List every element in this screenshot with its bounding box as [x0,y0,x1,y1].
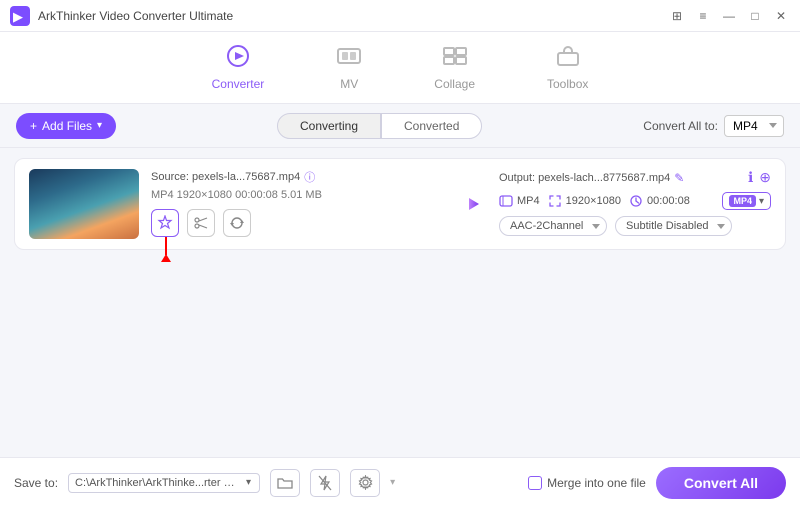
add-files-label: Add Files [42,119,92,133]
mv-icon [336,45,362,73]
nav-label-collage: Collage [434,77,475,91]
settings-icon [358,475,373,490]
add-files-chevron-icon: ▾ [97,120,102,131]
convert-all-button[interactable]: Convert All [656,467,786,499]
plus-icon: + [30,119,37,133]
title-bar: ▶ ArkThinker Video Converter Ultimate ⊞ … [0,0,800,32]
save-path-dropdown-button[interactable]: ▾ [244,477,253,488]
merge-checkbox-wrapper: Merge into one file [528,476,646,490]
thumbnail-image [29,169,139,239]
save-path-box: C:\ArkThinker\ArkThinke...rter Ultimate\… [68,473,260,493]
toolbar: + Add Files ▾ Converting Converted Conve… [0,104,800,148]
convert-all-to-text: Convert All to: [643,119,718,133]
grid-button[interactable]: ⊞ [668,7,686,25]
source-text: Source: pexels-la...75687.mp4 [151,171,300,183]
output-source-row: Output: pexels-lach...8775687.mp4 ✎ ℹ ⊕ [499,169,771,186]
bottom-bar: Save to: C:\ArkThinker\ArkThinke...rter … [0,457,800,507]
app-logo: ▶ [10,6,30,26]
format-badge-chevron-icon: ▾ [759,196,764,207]
format-badge: MP4 [729,195,756,207]
tab-converting[interactable]: Converting [277,113,381,139]
flash-off-button[interactable] [310,469,340,497]
nav-label-converter: Converter [212,77,265,91]
output-format-text: MP4 [517,195,540,207]
format-select[interactable]: MP4 MKV AVI MOV [724,115,784,137]
collage-icon [442,45,468,73]
nav-item-mv[interactable]: MV [320,37,378,99]
effects-icon [157,215,173,231]
menu-button[interactable]: ≡ [694,7,712,25]
output-info-icon[interactable]: ℹ [748,169,753,186]
output-duration-text: 00:00:08 [647,195,690,207]
format-badge-wrapper[interactable]: MP4 ▾ [722,192,771,210]
output-format-row: AAC-2Channel AAC-Stereo Subtitle Disable… [499,216,771,236]
nav-item-converter[interactable]: Converter [196,37,281,99]
source-label: Source: pexels-la...75687.mp4 ⓘ [151,169,423,185]
duration-icon [629,194,643,208]
folder-icon [277,476,293,490]
scissors-icon [194,216,208,230]
effects-button[interactable] [151,209,179,237]
merge-label: Merge into one file [547,476,646,490]
settings-chevron-icon: ▾ [390,477,395,488]
toolbox-icon [555,45,581,73]
output-label-text: Output: pexels-lach...8775687.mp4 [499,172,670,184]
edit-output-icon[interactable]: ✎ [674,171,684,185]
file-row: Source: pexels-la...75687.mp4 ⓘ MP4 1920… [14,158,786,250]
svg-text:▶: ▶ [13,9,23,24]
sync-icon [230,216,244,230]
save-to-label: Save to: [14,476,58,490]
resolution-icon [548,194,562,208]
convert-arrow [435,192,487,216]
source-info-icon[interactable]: ⓘ [304,169,315,185]
settings-button[interactable] [350,469,380,497]
nav-label-toolbox: Toolbox [547,77,588,91]
minimize-button[interactable]: — [720,7,738,25]
output-resolution-text: 1920×1080 [566,195,621,207]
output-duration-tag: 00:00:08 [629,194,690,208]
add-files-button[interactable]: + Add Files ▾ [16,113,116,139]
maximize-button[interactable]: □ [746,7,764,25]
file-info-right: Output: pexels-lach...8775687.mp4 ✎ ℹ ⊕ … [499,169,771,236]
output-add-icon[interactable]: ⊕ [759,169,771,186]
save-path-text: C:\ArkThinker\ArkThinke...rter Ultimate\… [75,477,240,489]
close-button[interactable]: ✕ [772,7,790,25]
output-meta-row: MP4 1920×1080 00:00:08 [499,192,771,210]
main-content: Source: pexels-la...75687.mp4 ⓘ MP4 1920… [0,148,800,457]
tab-converted[interactable]: Converted [381,113,482,139]
format-icon [499,194,513,208]
arrow-right-icon [443,192,479,216]
file-info-left: Source: pexels-la...75687.mp4 ⓘ MP4 1920… [151,169,423,237]
nav-label-mv: MV [340,77,358,91]
tab-group: Converting Converted [126,113,633,139]
output-format-tag: MP4 [499,194,540,208]
output-resolution-tag: 1920×1080 [548,194,621,208]
app-title: ArkThinker Video Converter Ultimate [38,9,668,23]
audio-channel-select[interactable]: AAC-2Channel AAC-Stereo [499,216,607,236]
output-icons: ℹ ⊕ [748,169,771,186]
video-thumbnail [29,169,139,239]
cut-button[interactable] [187,209,215,237]
convert-all-to-label: Convert All to: MP4 MKV AVI MOV [643,115,784,137]
nav-item-toolbox[interactable]: Toolbox [531,37,604,99]
nav-item-collage[interactable]: Collage [418,37,491,99]
subtitle-select[interactable]: Subtitle Disabled Enable Subtitle [615,216,732,236]
window-controls: ⊞ ≡ — □ ✕ [668,7,790,25]
nav-bar: Converter MV Collage [0,32,800,104]
converter-icon [225,45,251,73]
open-folder-button[interactable] [270,469,300,497]
merge-checkbox[interactable] [528,476,542,490]
sync-button[interactable] [223,209,251,237]
flash-off-icon [318,475,332,491]
file-meta: MP4 1920×1080 00:00:08 5.01 MB [151,189,423,201]
file-actions [151,209,423,237]
